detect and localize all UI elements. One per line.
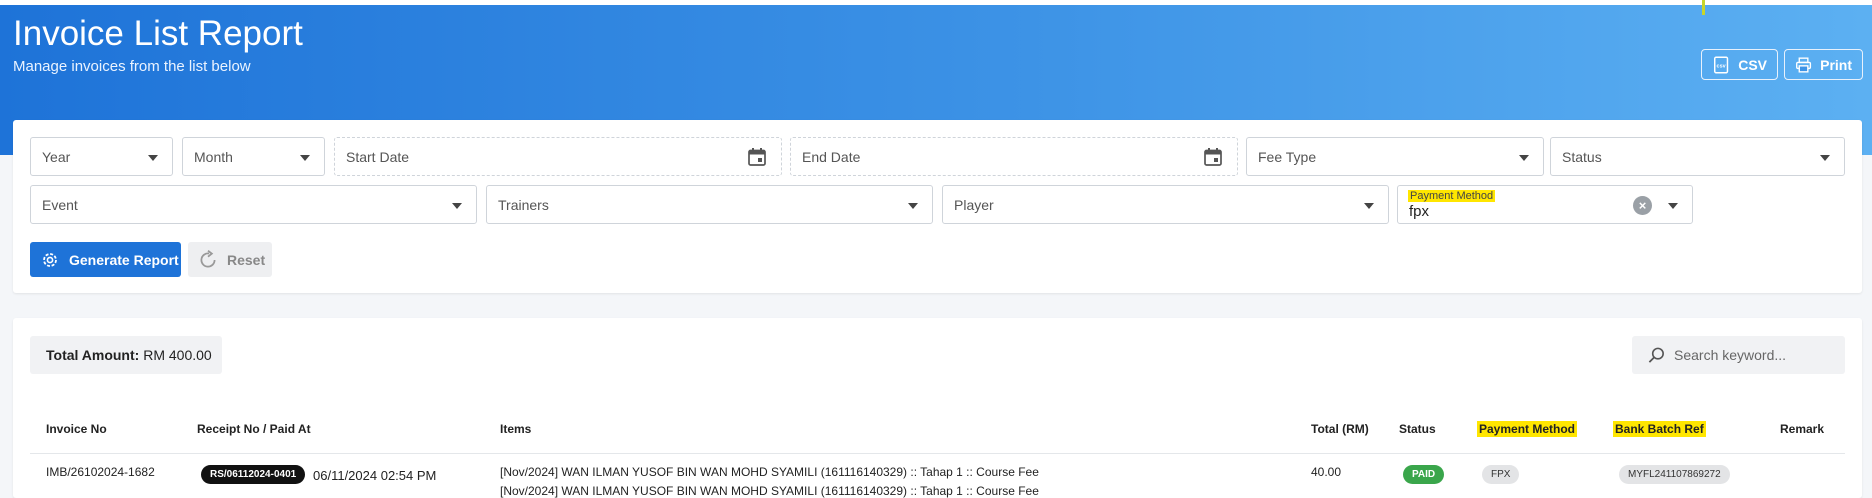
event-select[interactable]: Event [30, 185, 477, 224]
year-select[interactable]: Year [30, 137, 173, 176]
csv-button[interactable]: csv CSV [1701, 49, 1778, 80]
generate-report-label: Generate Report [69, 251, 179, 268]
col-items[interactable]: Items [500, 422, 531, 436]
col-status[interactable]: Status [1399, 422, 1436, 436]
gear-icon [43, 252, 57, 267]
col-payment-method-label: Payment Method [1477, 421, 1578, 437]
printer-icon [1796, 56, 1812, 73]
col-remark[interactable]: Remark [1780, 422, 1824, 436]
player-select-label: Player [954, 197, 994, 213]
invoice-no-cell[interactable]: IMB/26102024-1682 [46, 465, 155, 479]
csv-file-icon: csv [1714, 56, 1729, 73]
search-box [1632, 336, 1845, 374]
chevron-down-icon [1668, 203, 1678, 209]
item-line: [Nov/2024] WAN ILMAN YUSOF BIN WAN MOHD … [500, 484, 1039, 498]
chevron-down-icon [908, 203, 918, 209]
calendar-icon[interactable] [1203, 147, 1223, 167]
player-select[interactable]: Player [942, 185, 1389, 224]
start-date-label: Start Date [346, 149, 410, 165]
status-select[interactable]: Status [1550, 137, 1845, 176]
csv-label: CSV [1738, 56, 1767, 73]
refresh-icon [200, 249, 216, 267]
col-invoice-no[interactable]: Invoice No [46, 422, 107, 436]
chevron-down-icon [1364, 203, 1374, 209]
col-receipt-paid-at[interactable]: Receipt No / Paid At [197, 422, 311, 436]
end-date-label: End Date [802, 149, 861, 165]
chevron-down-icon [300, 155, 310, 161]
payment-method-value: fpx [1409, 203, 1430, 220]
col-bank-batch-ref-label: Bank Batch Ref [1613, 421, 1706, 437]
clear-icon[interactable]: × [1633, 196, 1652, 215]
top-marker [1702, 0, 1705, 15]
year-select-label: Year [42, 149, 71, 165]
reset-button[interactable]: Reset [188, 242, 272, 277]
print-button[interactable]: Print [1784, 49, 1863, 80]
search-icon [1648, 347, 1664, 363]
generate-report-button[interactable]: Generate Report [30, 242, 181, 277]
start-date-field[interactable]: Start Date [334, 137, 782, 176]
chevron-down-icon [1820, 155, 1830, 161]
trainers-select-label: Trainers [498, 197, 549, 213]
col-bank-batch-ref[interactable]: Bank Batch Ref [1613, 421, 1706, 437]
status-select-label: Status [1562, 149, 1602, 165]
payment-method-badge: FPX [1482, 465, 1520, 484]
event-select-label: Event [42, 197, 78, 213]
print-label: Print [1820, 56, 1852, 73]
total-amount-value: RM 400.00 [143, 347, 212, 363]
item-line: [Nov/2024] WAN ILMAN YUSOF BIN WAN MOHD … [500, 465, 1039, 479]
svg-text:csv: csv [1717, 63, 1727, 69]
chevron-down-icon [452, 203, 462, 209]
payment-method-select[interactable]: Payment Method fpx × [1397, 185, 1693, 224]
chevron-down-icon [1519, 155, 1529, 161]
end-date-field[interactable]: End Date [790, 137, 1238, 176]
calendar-icon[interactable] [747, 147, 767, 167]
month-select-label: Month [194, 149, 233, 165]
total-amount: Total Amount: RM 400.00 [30, 336, 222, 374]
month-select[interactable]: Month [182, 137, 325, 176]
fee-type-select[interactable]: Fee Type [1246, 137, 1544, 176]
bank-batch-ref-badge: MYFL241107869272 [1619, 465, 1730, 484]
search-input[interactable] [1674, 345, 1834, 365]
page-subtitle: Manage invoices from the list below [13, 58, 251, 75]
total-cell: 40.00 [1311, 465, 1342, 479]
fee-type-label: Fee Type [1258, 149, 1317, 165]
status-badge: PAID [1403, 465, 1445, 484]
table-header-divider [30, 453, 1845, 454]
receipt-badge: RS/06112024-0401 [201, 465, 306, 484]
total-amount-label: Total Amount: [46, 347, 140, 363]
reset-label: Reset [227, 251, 266, 268]
page-title: Invoice List Report [13, 14, 303, 53]
payment-method-label: Payment Method [1408, 190, 1496, 202]
col-payment-method[interactable]: Payment Method [1477, 421, 1578, 437]
paid-at-cell: 06/11/2024 02:54 PM [313, 468, 437, 483]
trainers-select[interactable]: Trainers [486, 185, 933, 224]
chevron-down-icon [148, 155, 158, 161]
col-total[interactable]: Total (RM) [1311, 422, 1369, 436]
